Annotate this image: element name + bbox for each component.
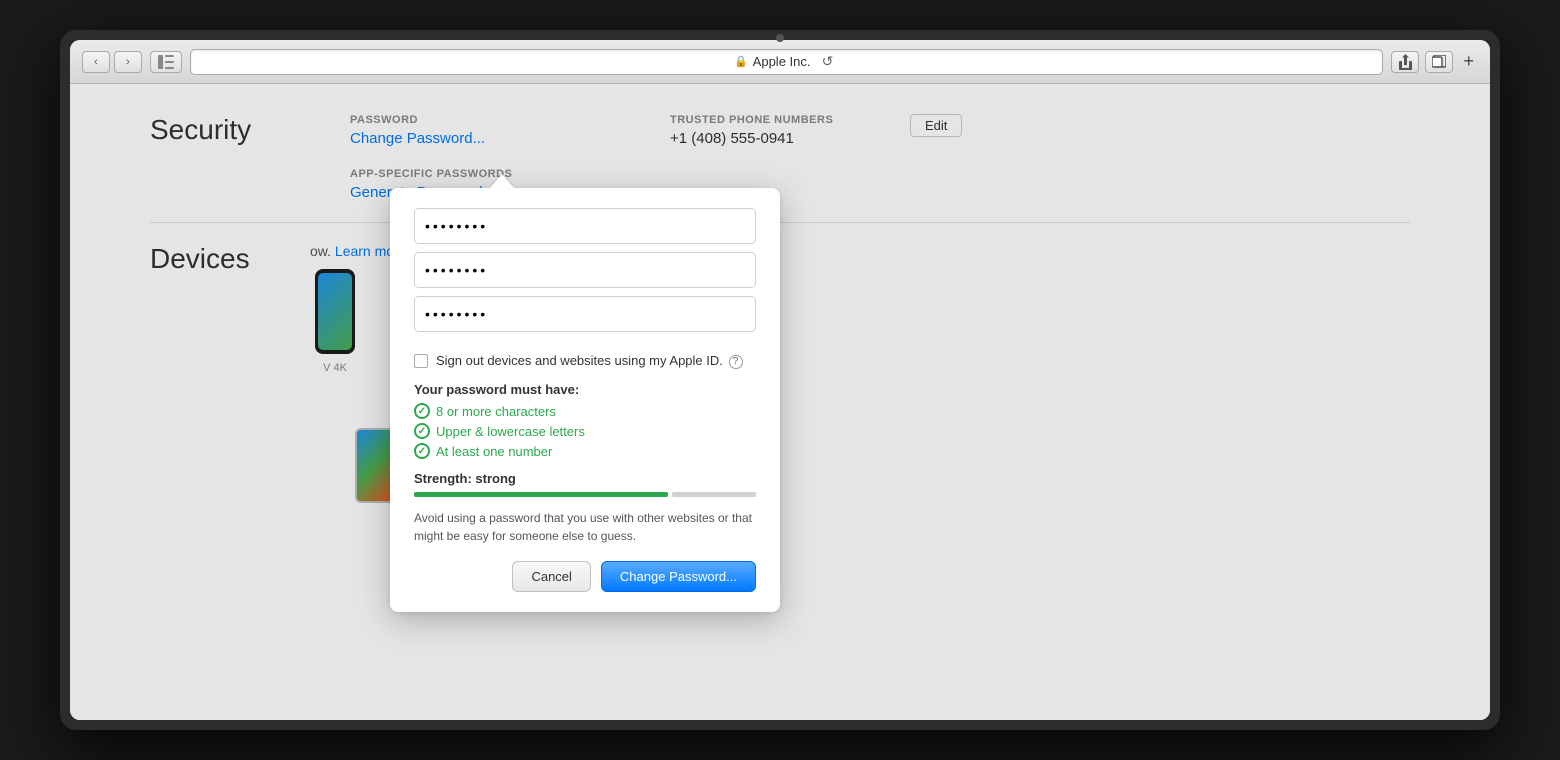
newpage-button[interactable] xyxy=(1425,51,1453,73)
new-password-field[interactable] xyxy=(414,252,756,288)
signout-checkbox[interactable] xyxy=(414,354,428,368)
help-icon[interactable]: ? xyxy=(729,355,743,369)
modal-container: Sign out devices and websites using my A… xyxy=(390,174,780,612)
lock-icon: 🔒 xyxy=(734,55,748,68)
req-text-3: At least one number xyxy=(436,444,552,459)
requirements-section: Your password must have: 8 or more chara… xyxy=(414,382,756,459)
req-item-1: 8 or more characters xyxy=(414,403,756,419)
browser-content: Security PASSWORD Change Password... TRU… xyxy=(70,84,1490,720)
strength-section: Strength: strong xyxy=(414,471,756,497)
req-text-2: Upper & lowercase letters xyxy=(436,424,585,439)
add-tab-button[interactable]: + xyxy=(1459,51,1478,72)
address-bar[interactable]: 🔒 Apple Inc. ↺ xyxy=(190,49,1383,75)
req-item-2: Upper & lowercase letters xyxy=(414,423,756,439)
strength-bar-empty xyxy=(672,492,757,497)
signout-checkbox-row: Sign out devices and websites using my A… xyxy=(414,352,756,370)
cancel-button[interactable]: Cancel xyxy=(512,561,590,592)
confirm-password-field[interactable] xyxy=(414,296,756,332)
modal-buttons: Cancel Change Password... xyxy=(414,561,756,592)
forward-button[interactable]: › xyxy=(114,51,142,73)
strength-label: Strength: strong xyxy=(414,471,756,486)
current-password-field[interactable] xyxy=(414,208,756,244)
address-text: Apple Inc. xyxy=(753,54,811,69)
back-button[interactable]: ‹ xyxy=(82,51,110,73)
change-password-modal: Sign out devices and websites using my A… xyxy=(390,188,780,612)
avoid-text: Avoid using a password that you use with… xyxy=(414,509,756,545)
reload-button[interactable]: ↺ xyxy=(816,51,840,73)
modal-overlay: Sign out devices and websites using my A… xyxy=(70,84,1490,720)
strength-bar-fill xyxy=(414,492,668,497)
requirements-title: Your password must have: xyxy=(414,382,756,397)
checkbox-text: Sign out devices and websites using my A… xyxy=(436,353,723,368)
browser-toolbar: ‹ › 🔒 Apple Inc. ↺ xyxy=(70,40,1490,84)
strength-bar xyxy=(414,492,756,497)
checkbox-label: Sign out devices and websites using my A… xyxy=(436,352,743,370)
req-check-2 xyxy=(414,423,430,439)
modal-arrow xyxy=(490,174,514,188)
nav-buttons: ‹ › xyxy=(82,51,142,73)
share-button[interactable] xyxy=(1391,51,1419,73)
sidebar-button[interactable] xyxy=(150,51,182,73)
req-check-3 xyxy=(414,443,430,459)
change-password-button[interactable]: Change Password... xyxy=(601,561,756,592)
req-item-3: At least one number xyxy=(414,443,756,459)
req-text-1: 8 or more characters xyxy=(436,404,556,419)
req-check-1 xyxy=(414,403,430,419)
toolbar-actions: + xyxy=(1391,51,1478,73)
